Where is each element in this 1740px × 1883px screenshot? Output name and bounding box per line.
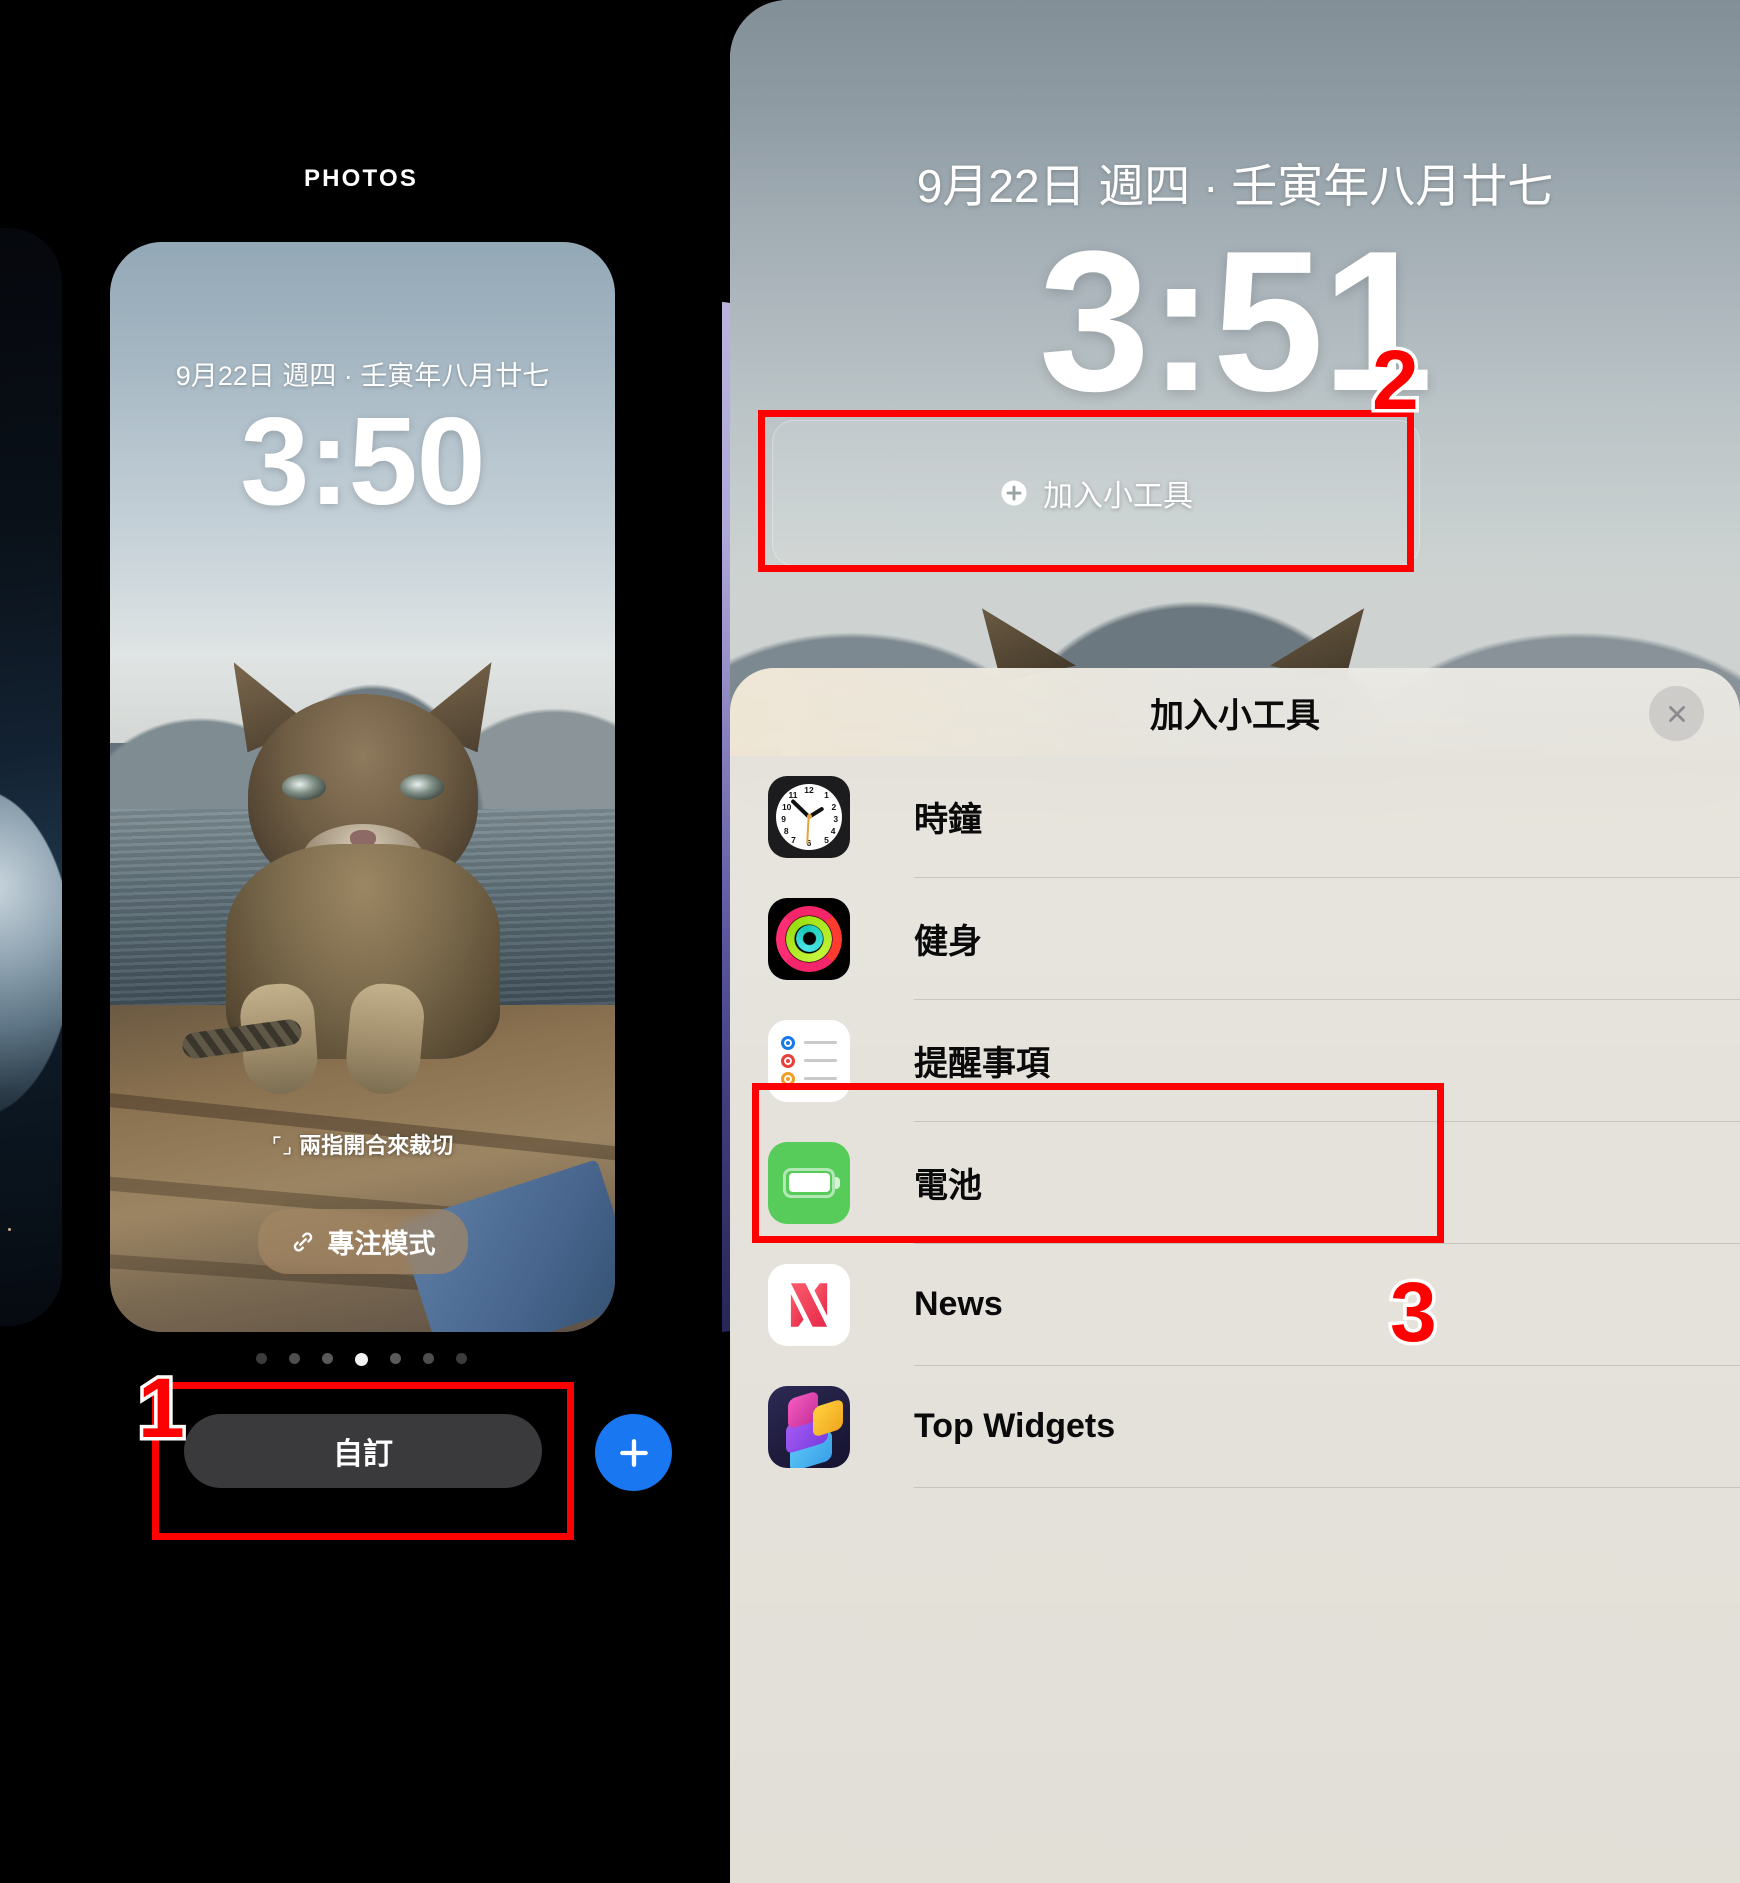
annotation-number-3: 3 [1387,1265,1441,1359]
annotation-number-1: 1 [135,1361,189,1455]
clock-face: 12 1 2 3 4 5 6 7 8 9 10 11 [776,783,842,850]
page-dot[interactable] [422,1353,434,1364]
cat-eye-left [281,774,326,801]
widget-list-item-label: 健身 [914,923,982,961]
top-widgets-icon [768,1385,850,1468]
screenshot-root: PHOTOS 9月22日 週四 · 壬寅年八月廿七 3:50 ⌜⌟ 兩指開合來裁… [0,0,1740,1883]
focus-mode-label: 專注模式 [327,1229,436,1259]
cat-photo-subject [180,634,528,1134]
widget-list-item-label: Top Widgets [914,1407,1116,1445]
lock-screen-time: 3:51 [1038,210,1433,433]
widget-list-item-top-widgets[interactable]: Top Widgets [730,1366,1740,1487]
plus-icon [619,1438,648,1467]
add-widgets-sheet: 加入小工具 12 1 2 3 4 5 6 7 8 9 10 11 時鐘 健身 提… [730,668,1740,1883]
lock-screen-time: 3:50 [240,393,485,531]
widget-list-item-reminders[interactable]: 提醒事項 [730,1000,1740,1121]
customize-button[interactable]: 自訂 [184,1414,542,1488]
widget-list-item-label: News [914,1285,1003,1323]
section-label-photos: PHOTOS [303,165,419,192]
sheet-header: 加入小工具 [730,668,1740,756]
widget-list-item-news[interactable]: News [730,1244,1740,1365]
earth-wallpaper-art [0,788,62,1118]
add-widgets-slot-label: 加入小工具 [1043,480,1193,513]
sheet-title: 加入小工具 [1150,696,1320,735]
annotation-number-2: 2 [1369,333,1423,427]
widget-list-item-fitness[interactable]: 健身 [730,878,1740,999]
previous-wallpaper-card[interactable] [0,228,62,1326]
left-screenshot-panel: PHOTOS 9月22日 週四 · 壬寅年八月廿七 3:50 ⌜⌟ 兩指開合來裁… [0,0,722,1883]
page-dot-active[interactable] [354,1353,368,1366]
page-dot[interactable] [389,1353,401,1364]
page-indicator-dots[interactable] [0,1353,722,1366]
widget-list-item-label: 電池 [914,1167,982,1205]
page-dot[interactable] [321,1353,333,1364]
crop-icon: ⌜⌟ [271,1133,293,1158]
close-sheet-button[interactable] [1649,686,1704,741]
star-speck-icon [8,1228,11,1231]
focus-mode-button[interactable]: 專注模式 [257,1209,468,1274]
cat-eye-right [399,774,444,801]
widget-list-item-label: 提醒事項 [914,1045,1050,1083]
crop-hint-label: 兩指開合來裁切 [299,1133,454,1158]
news-icon [768,1263,850,1346]
add-wallpaper-button[interactable] [595,1414,672,1491]
widget-list: 12 1 2 3 4 5 6 7 8 9 10 11 時鐘 健身 提醒事項 電池… [730,756,1740,1488]
widget-list-item-battery[interactable]: 電池 [730,1122,1740,1243]
page-dot[interactable] [455,1353,467,1364]
clock-icon: 12 1 2 3 4 5 6 7 8 9 10 11 [768,775,850,858]
close-icon [1668,705,1685,722]
page-dot[interactable] [255,1353,267,1364]
battery-icon [768,1141,850,1224]
lock-screen-preview-card[interactable]: 9月22日 週四 · 壬寅年八月廿七 3:50 ⌜⌟ 兩指開合來裁切 專注模式 [110,242,615,1332]
widget-list-item-clock[interactable]: 12 1 2 3 4 5 6 7 8 9 10 11 時鐘 [730,756,1740,877]
widget-list-item-label: 時鐘 [914,801,982,839]
crop-hint: ⌜⌟ 兩指開合來裁切 [110,1128,615,1160]
link-icon [293,1231,312,1252]
fitness-rings-icon [768,897,850,980]
plus-circle-icon [1001,480,1027,506]
add-widgets-slot[interactable]: 加入小工具 [772,420,1420,566]
page-dot[interactable] [288,1353,300,1364]
cat-paw-right [342,981,427,1098]
reminders-icon [768,1019,850,1102]
news-glyph [790,1282,828,1327]
list-divider [914,1487,1740,1488]
right-screenshot-panel: 9月22日 週四 · 壬寅年八月廿七 3:51 加入小工具 加入小工具 12 1… [722,0,1740,1883]
